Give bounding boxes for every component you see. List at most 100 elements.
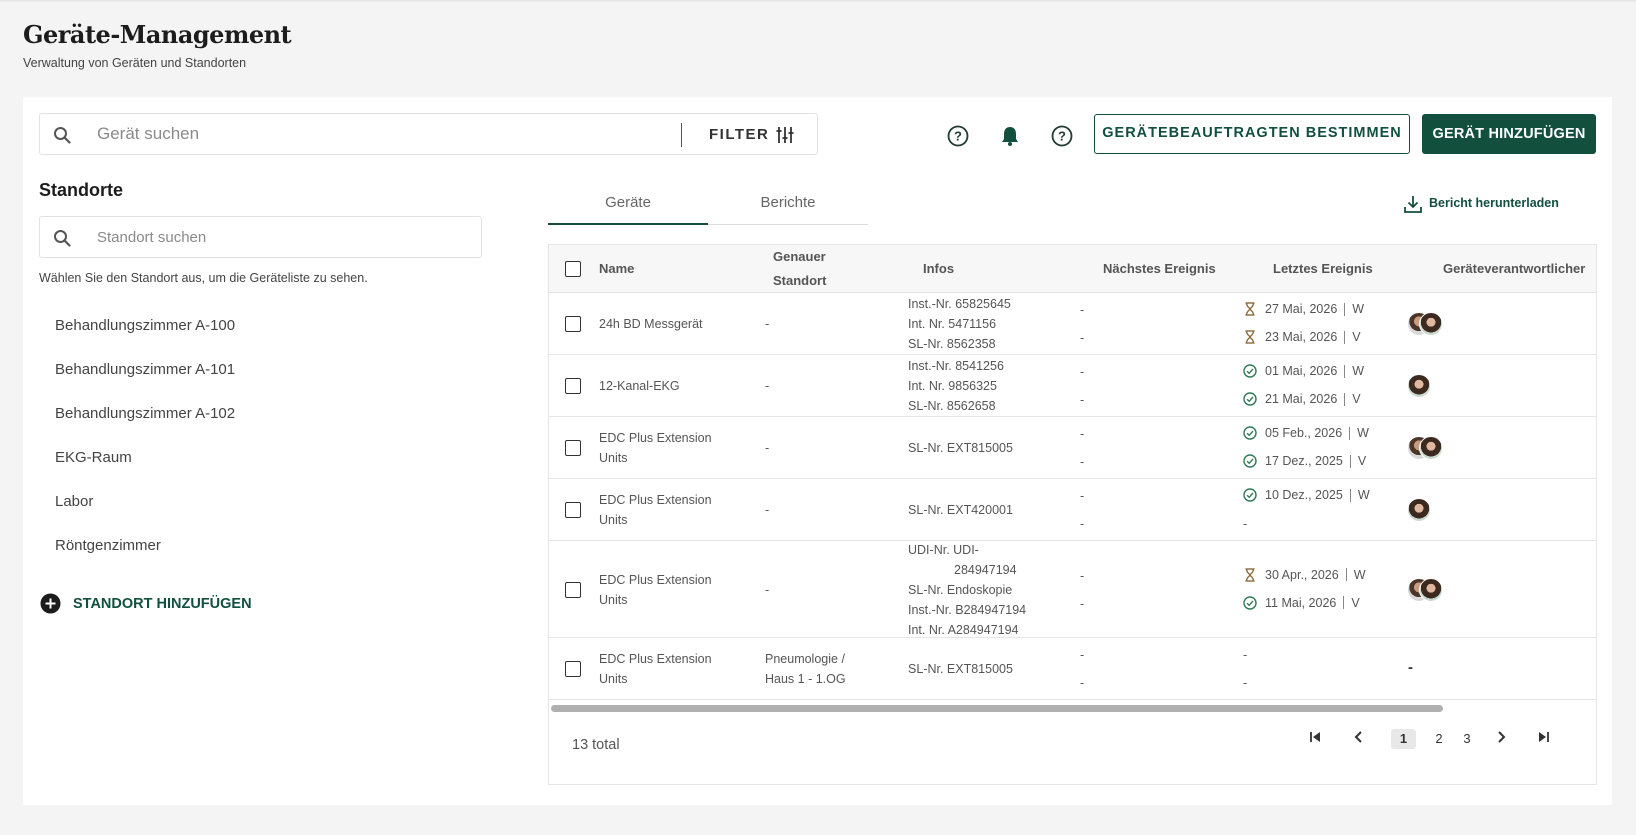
device-location: - bbox=[765, 580, 769, 600]
next-event: - bbox=[1080, 596, 1085, 611]
first-page-icon[interactable] bbox=[1305, 729, 1325, 749]
sidebar-item-location[interactable]: Behandlungszimmer A-101 bbox=[55, 361, 235, 378]
add-location-button[interactable]: STANDORT HINZUFÜGEN bbox=[73, 596, 252, 612]
last-event: 05 Feb., 2026 W bbox=[1243, 426, 1369, 440]
col-location-line2: Standort bbox=[773, 273, 827, 288]
row-checkbox[interactable] bbox=[565, 581, 581, 598]
svg-text:?: ? bbox=[1058, 129, 1066, 144]
device-name: EDC Plus Extension Units bbox=[599, 649, 712, 689]
next-page-icon[interactable] bbox=[1491, 729, 1511, 749]
last-event: 23 Mai, 2026 V bbox=[1243, 330, 1361, 344]
device-infos: UDI-Nr. UDI- 284947194 SL-Nr. Endoskopie In… bbox=[908, 540, 1026, 640]
row-checkbox[interactable] bbox=[565, 661, 581, 677]
device-name: EDC Plus Extension Units bbox=[599, 570, 712, 610]
check-circle-icon bbox=[1243, 392, 1257, 406]
col-infos: Infos bbox=[923, 261, 955, 276]
info-line: Inst.-Nr. B284947194 bbox=[908, 602, 1027, 617]
location-search-input[interactable]: Standort suchen bbox=[97, 229, 206, 246]
event-separator bbox=[1344, 302, 1346, 316]
page-2[interactable]: 2 bbox=[1429, 729, 1449, 749]
event-separator bbox=[1349, 454, 1351, 468]
sidebar-item-location[interactable]: Behandlungszimmer A-102 bbox=[55, 405, 235, 422]
table-row[interactable]: EDC Plus Extension Units - SL-Nr. EXT815005… bbox=[549, 417, 1596, 479]
help-icon[interactable]: ? bbox=[947, 125, 969, 152]
device-location: - bbox=[765, 500, 769, 520]
check-circle-icon bbox=[1243, 488, 1257, 502]
device-name-line: EDC Plus Extension bbox=[599, 652, 712, 666]
sidebar-item-location[interactable]: Röntgenzimmer bbox=[55, 537, 161, 554]
avatar[interactable] bbox=[1419, 577, 1443, 602]
bell-icon[interactable] bbox=[999, 125, 1021, 152]
event-type: V bbox=[1357, 454, 1367, 468]
info-line: SL-Nr. EXT815005 bbox=[908, 441, 1013, 455]
event-separator bbox=[1344, 392, 1346, 406]
info-line: SL-Nr. 8562658 bbox=[908, 399, 996, 413]
horizontal-scrollbar[interactable] bbox=[551, 705, 1443, 712]
search-input[interactable]: Gerät suchen bbox=[97, 124, 199, 144]
info-line: SL-Nr. EXT420001 bbox=[908, 503, 1013, 517]
svg-text:?: ? bbox=[954, 129, 962, 144]
last-event: - bbox=[1243, 676, 1248, 690]
row-checkbox[interactable] bbox=[565, 316, 581, 332]
download-icon[interactable] bbox=[1403, 194, 1423, 219]
table-row[interactable]: EDC Plus Extension Units Pneumologie / Haus… bbox=[549, 638, 1596, 700]
event-date: 10 Dez., 2025 bbox=[1265, 488, 1343, 502]
row-checkbox[interactable] bbox=[565, 440, 581, 456]
device-name-line: EDC Plus Extension bbox=[599, 493, 712, 507]
device-infos: Inst.-Nr. 65825645 Int. Nr. 5471156 SL-Nr.… bbox=[908, 294, 1011, 354]
table-row[interactable]: EDC Plus Extension Units - SL-Nr. EXT420001… bbox=[549, 479, 1596, 541]
avatar[interactable] bbox=[1419, 436, 1443, 460]
device-location: - bbox=[765, 438, 769, 458]
location-line: Haus 1 - 1.OG bbox=[765, 672, 846, 686]
page-1[interactable]: 1 bbox=[1391, 729, 1416, 749]
assign-owner-button[interactable]: GERÄTEBEAUFTRAGTEN BESTIMMEN bbox=[1094, 114, 1410, 154]
last-page-icon[interactable] bbox=[1534, 729, 1554, 749]
download-report-link[interactable]: Bericht herunterladen bbox=[1429, 196, 1559, 210]
tab-devices[interactable]: Geräte bbox=[548, 194, 708, 211]
col-last-event: Letztes Ereignis bbox=[1273, 261, 1373, 276]
check-circle-icon bbox=[1243, 426, 1257, 440]
last-event: 10 Dez., 2025 W bbox=[1243, 488, 1370, 502]
select-all-checkbox[interactable] bbox=[565, 261, 581, 277]
info-line: 284947194 bbox=[954, 562, 1017, 577]
sidebar-item-location[interactable]: EKG-Raum bbox=[55, 449, 132, 466]
avatar[interactable] bbox=[1407, 374, 1431, 398]
row-checkbox[interactable] bbox=[565, 502, 581, 518]
help-icon[interactable]: ? bbox=[1051, 125, 1073, 152]
add-device-button[interactable]: GERÄT HINZUFÜGEN bbox=[1422, 114, 1596, 154]
tab-reports[interactable]: Berichte bbox=[708, 194, 868, 211]
sidebar-item-location[interactable]: Labor bbox=[55, 493, 93, 510]
sidebar-hint: Wählen Sie den Standort aus, um die Gerä… bbox=[39, 271, 368, 285]
info-line: SL-Nr. 8562358 bbox=[908, 337, 996, 351]
page-3[interactable]: 3 bbox=[1457, 729, 1477, 749]
info-line: Int. Nr. 5471156 bbox=[908, 317, 997, 331]
event-date: 23 Mai, 2026 bbox=[1265, 330, 1338, 344]
device-infos: SL-Nr. EXT815005 bbox=[908, 438, 1013, 458]
device-name-line: Units bbox=[599, 513, 628, 527]
avatar[interactable] bbox=[1419, 312, 1443, 336]
total-count: 13 total bbox=[572, 737, 620, 753]
last-event: 27 Mai, 2026 W bbox=[1243, 302, 1364, 316]
last-event: - bbox=[1243, 517, 1248, 531]
plus-circle-icon[interactable] bbox=[40, 593, 61, 619]
next-event: - bbox=[1080, 365, 1085, 379]
next-event: - bbox=[1080, 303, 1085, 317]
table-row[interactable]: EDC Plus Extension Units - UDI-Nr. UDI- 2849… bbox=[549, 541, 1596, 638]
next-event: - bbox=[1080, 393, 1085, 407]
prev-page-icon[interactable] bbox=[1349, 729, 1369, 749]
sliders-icon[interactable] bbox=[775, 125, 795, 150]
table-row[interactable]: 24h BD Messgerät - Inst.-Nr. 65825645 Int. … bbox=[549, 293, 1596, 355]
avatar[interactable] bbox=[1407, 498, 1431, 522]
sidebar-item-location[interactable]: Behandlungszimmer A-100 bbox=[55, 317, 235, 334]
device-name-line: EDC Plus Extension bbox=[599, 431, 712, 445]
col-location-line1: Genauer bbox=[773, 249, 826, 264]
device-table: Name Genauer Standort Infos Nächstes Ere… bbox=[548, 244, 1597, 785]
last-event: 17 Dez., 2025 V bbox=[1243, 454, 1366, 468]
last-event: - bbox=[1243, 648, 1248, 662]
row-checkbox[interactable] bbox=[565, 378, 581, 394]
filter-button[interactable]: FILTER bbox=[709, 126, 769, 143]
table-row[interactable]: 12-Kanal-EKG - Inst.-Nr. 8541256 Int. Nr. 9… bbox=[549, 355, 1596, 417]
info-line: UDI-Nr. UDI- bbox=[908, 542, 979, 557]
event-date: 01 Mai, 2026 bbox=[1265, 364, 1338, 378]
check-circle-icon bbox=[1243, 454, 1257, 468]
